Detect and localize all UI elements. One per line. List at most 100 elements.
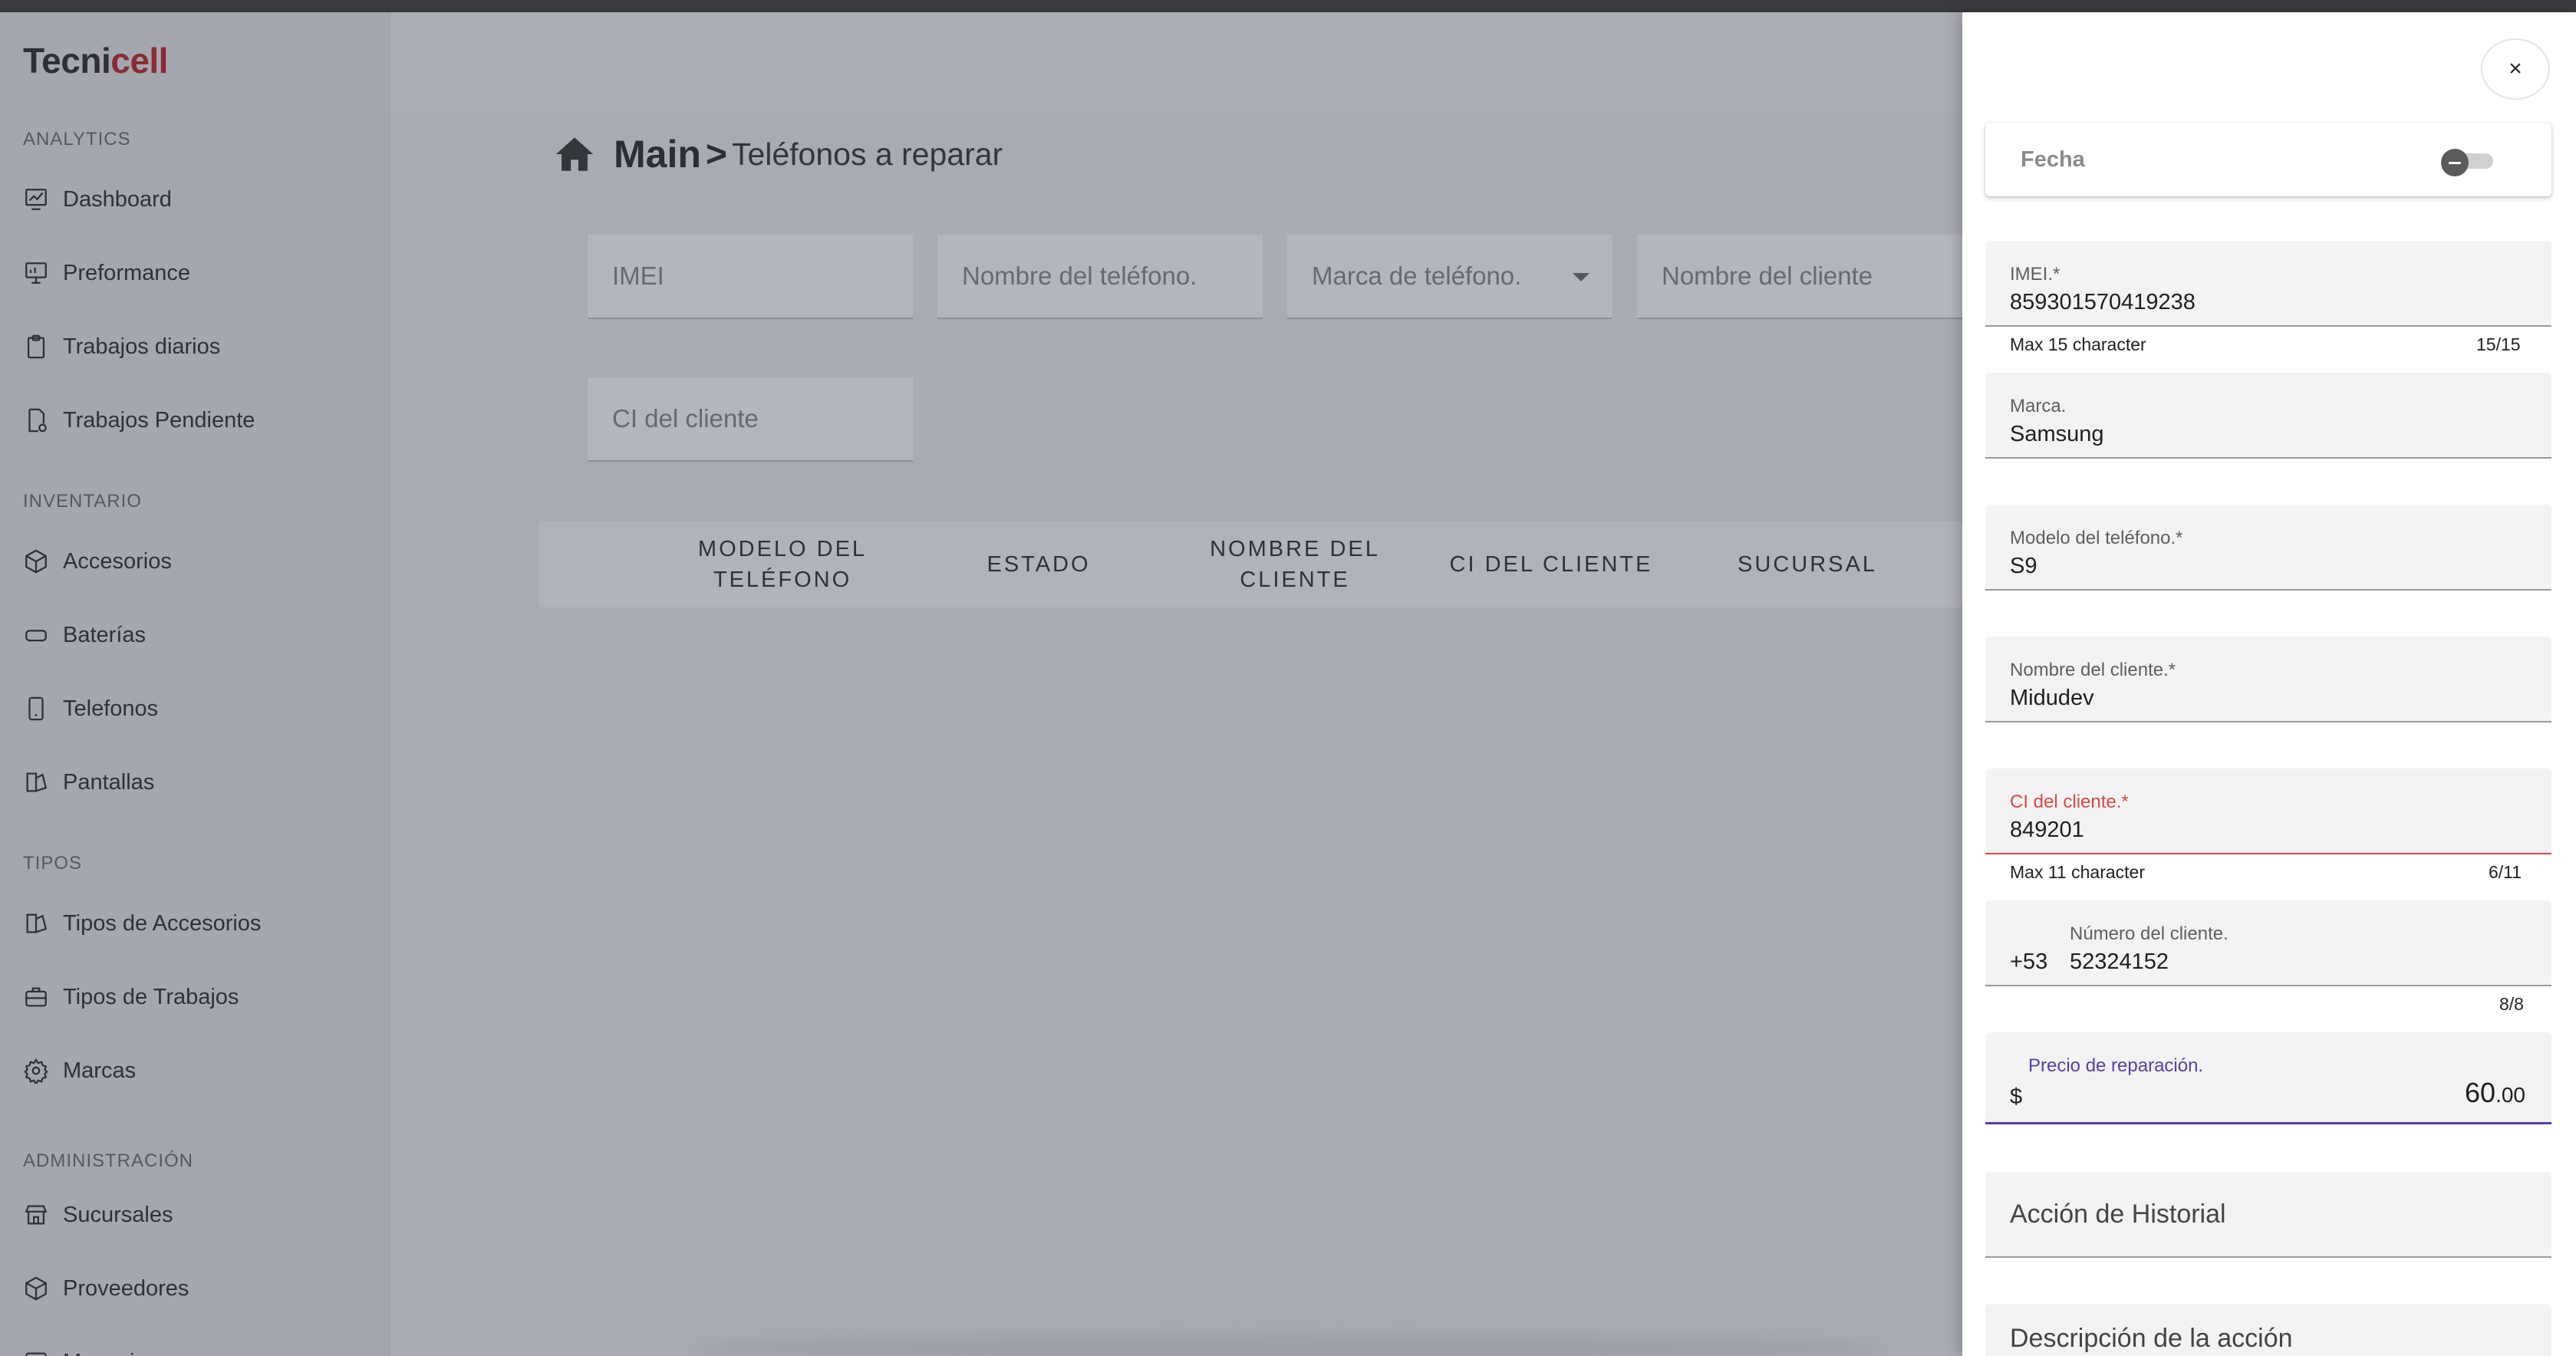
column-header-ci-cliente[interactable]: CI DEL CLIENTE [1436,522,1666,607]
column-header-line: MODELO DEL [697,537,868,561]
section-tipos-title: TIPOS [23,853,83,874]
imei-helper-text: Max 15 character [2010,334,2146,354]
client-ci-field-label: CI del cliente.* [2010,792,2129,812]
client-name-filter-placeholder: Nombre del cliente [1662,262,1873,290]
sidebar-item-label: Mensajes [63,1350,158,1356]
presentation-icon [25,262,47,284]
sidebar-item-telefonos[interactable]: Telefonos [23,687,158,730]
screen-icon [26,772,48,792]
main-header-bar [390,12,1963,110]
client-phone-prefix: +53 [2010,950,2048,974]
repair-price-field[interactable]: Precio de reparación. $ 60.00 [1985,1032,2551,1124]
imei-field[interactable]: IMEI.* 859301570419238 [1985,241,2551,327]
close-button[interactable]: × [2481,38,2550,100]
sidebar-item-label: Proveedores [63,1275,189,1301]
sidebar-item-preformance[interactable]: Preformance [23,252,190,295]
message-icon [25,1352,47,1356]
sidebar-item-label: Pantallas [63,769,155,795]
breadcrumb-main[interactable]: Main [614,132,701,176]
action-description-field[interactable]: Descripción de la acción [1985,1304,2551,1356]
breadcrumb-separator: > [705,133,727,175]
imei-field-value: 859301570419238 [2010,290,2196,314]
supplier-box-icon [25,1276,47,1301]
model-field-label: Modelo del teléfono.* [2010,528,2183,548]
column-header-estado[interactable]: ESTADO [924,522,1154,607]
home-icon[interactable] [552,132,597,176]
section-inventario-title: INVENTARIO [23,491,142,512]
column-header-line: NOMBRE DEL [1210,537,1380,561]
section-administracion-title: ADMINISTRACIÓN [23,1150,194,1171]
client-ci-field-value: 849201 [2010,818,2084,842]
briefcase-icon [25,987,47,1007]
sidebar-item-dashboard[interactable]: Dashboard [23,178,172,221]
gear-icon [24,1058,48,1084]
chart-icon [25,189,47,210]
breadcrumb-current-page: Teléfonos a reparar [731,136,1003,172]
sidebar-item-label: Accesorios [63,548,172,574]
table-header: MODELO DEL TELÉFONO ESTADO NOMBRE DEL CLIE… [539,522,1962,607]
repair-price-integer: 60 [2465,1077,2496,1108]
model-field[interactable]: Modelo del teléfono.* S9 [1985,505,2551,591]
client-name-field[interactable]: Nombre del cliente.* Midudev [1985,637,2551,722]
accessory-type-icon [26,913,48,933]
sidebar-item-tipos-de-trabajos[interactable]: Tipos de Trabajos [23,976,239,1019]
history-action-select[interactable]: Acción de Historial [1985,1172,2551,1258]
client-name-field-label: Nombre del cliente.* [2010,660,2176,680]
store-icon [25,1205,48,1225]
sidebar-item-sucursales[interactable]: Sucursales [23,1193,173,1236]
battery-icon [25,630,47,642]
sidebar-item-trabajos-pendiente[interactable]: Trabajos Pendiente [23,399,255,442]
repair-price-currency: $ [2010,1084,2023,1109]
toggle-knob [2441,149,2469,176]
clipboard-icon [27,334,45,359]
client-phone-char-counter: 8/8 [2499,994,2524,1014]
chevron-down-icon [1573,273,1589,281]
sidebar-item-trabajos-diarios[interactable]: Trabajos diarios [23,325,220,368]
imei-field-label: IMEI.* [2010,264,2060,285]
sidebar-item-proveedores[interactable]: Proveedores [23,1267,189,1310]
imei-filter-input[interactable]: IMEI [588,235,913,319]
sidebar-item-baterias[interactable]: Baterías [23,614,146,657]
client-ci-filter-input[interactable]: CI del cliente [588,377,913,462]
section-analytics-title: ANALYTICS [23,129,131,150]
sidebar-item-pantallas[interactable]: Pantallas [23,761,154,804]
brand-field[interactable]: Marca. Samsung [1985,373,2551,459]
repair-price-value: 60.00 [2465,1077,2525,1109]
breadcrumb: Main > Teléfonos a reparar [552,132,1003,176]
brand-part-2: cell [110,41,168,81]
sidebar: Tecnicell ANALYTICS Dashboard Preformanc… [0,12,390,1356]
column-header-line: CLIENTE [1240,568,1350,592]
client-name-filter-input[interactable]: Nombre del cliente [1637,235,1962,319]
sidebar-item-label: Marcas [63,1058,137,1083]
imei-char-counter: 15/15 [2476,334,2521,354]
sidebar-item-label: Telefonos [63,696,159,721]
imei-filter-placeholder: IMEI [612,262,664,290]
phone-brand-select[interactable]: Marca de teléfono. [1287,235,1612,319]
edit-phone-drawer: × Fecha IMEI.* 859301570419238 Max 15 ch… [1962,12,2576,1356]
repair-price-decimals: .00 [2495,1083,2525,1107]
column-header-nombre-cliente[interactable]: NOMBRE DEL CLIENTE [1180,522,1410,607]
client-phone-field-value: 52324152 [2070,950,2169,974]
brand-logo[interactable]: Tecnicell [23,40,168,81]
close-icon: × [2508,56,2522,81]
column-header-modelo[interactable]: MODELO DEL TELÉFONO [667,522,898,607]
action-description-placeholder: Descripción de la acción [2010,1324,2293,1353]
column-header-sucursal[interactable]: SUCURSAL [1692,522,1922,607]
client-phone-field[interactable]: Número del cliente. +53 52324152 [1985,900,2551,986]
brand-part-1: Tecni [23,41,111,81]
client-name-field-value: Midudev [2010,686,2094,710]
sidebar-item-mensajes[interactable]: Mensajes [23,1341,158,1356]
client-ci-filter-placeholder: CI del cliente [612,404,759,433]
model-field-value: S9 [2010,554,2037,578]
date-toggle[interactable] [2441,149,2496,176]
client-ci-field[interactable]: CI del cliente.* 849201 [1985,769,2551,854]
repair-price-field-label: Precio de reparación. [2028,1055,2204,1076]
sidebar-item-accesorios[interactable]: Accesorios [23,540,172,583]
phone-name-filter-placeholder: Nombre del teléfono. [962,262,1197,290]
phone-name-filter-input[interactable]: Nombre del teléfono. [937,235,1263,319]
sidebar-item-label: Tipos de Trabajos [63,984,239,1009]
box-icon [25,549,47,574]
window-top-bar [0,0,2576,12]
sidebar-item-marcas[interactable]: Marcas [23,1049,136,1092]
sidebar-item-tipos-de-accesorios[interactable]: Tipos de Accesorios [23,902,261,945]
